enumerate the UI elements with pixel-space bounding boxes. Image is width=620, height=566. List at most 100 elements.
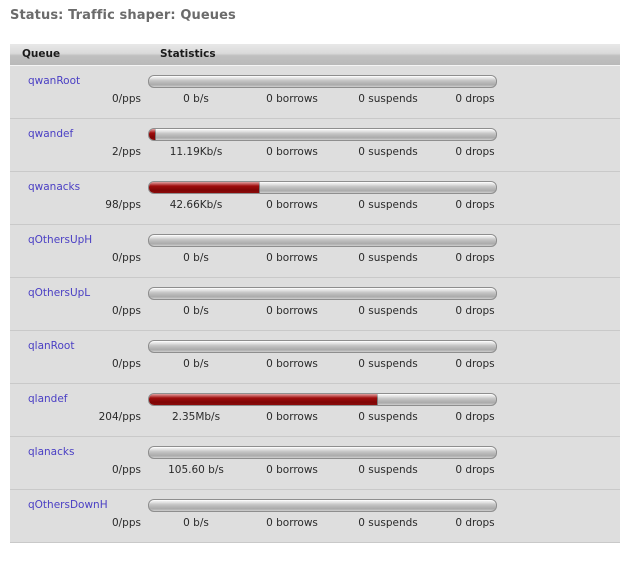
queue-drops-value: 0 drops [455,463,495,476]
queue-stats-row: 2.35Mb/s 0 borrows 0 suspends 0 drops [148,411,508,425]
queue-bandwidth-bar-fill [149,128,156,140]
queue-name-link[interactable]: qlandef [28,393,68,405]
traffic-shaper-queues-page: Status: Traffic shaper: Queues Queue Sta… [0,0,620,566]
queue-drops-value: 0 drops [455,198,495,211]
queue-pps-value: 0/pps [111,463,141,476]
queue-bandwidth-bar-fill [149,393,379,405]
queue-suspends-value: 0 suspends [358,516,418,529]
table-row: qOthersDownH 0/pps 0 b/s 0 borrows 0 suspend… [10,489,620,542]
queue-drops-value: 0 drops [455,145,495,158]
queue-name-link[interactable]: qOthersUpH [28,234,92,246]
queue-name-link[interactable]: qwandef [28,128,73,140]
queue-stats-row: 0 b/s 0 borrows 0 suspends 0 drops [148,305,508,319]
bar-gloss-overlay [149,446,496,451]
table-row: qlandef 204/pps 2.35Mb/s 0 borrows 0 suspend… [10,383,620,436]
queue-row-cell: qwanRoot 0/pps 0 b/s 0 borrows 0 suspends 0 d… [10,65,620,118]
queue-name-link[interactable]: qwanacks [28,181,80,193]
queue-name-link[interactable]: qOthersUpL [28,287,90,299]
table-row: qOthersUpH 0/pps 0 b/s 0 borrows 0 suspends 0… [10,224,620,277]
queue-bandwidth-bar [148,445,497,459]
queues-table: Queue Statistics qwanRoot 0/pps 0 b/s 0 bor… [10,44,620,543]
page-title: Status: Traffic shaper: Queues [10,8,236,23]
queue-row-cell: qlanRoot 0/pps 0 b/s 0 borrows 0 suspends 0 d… [10,330,620,383]
queue-borrows-value: 0 borrows [266,410,318,423]
table-row: qwanacks 98/pps 42.66Kb/s 0 borrows 0 suspen… [10,171,620,224]
queue-bandwidth-bar-fill [149,181,261,193]
queue-row-inner: qwanRoot 0/pps 0 b/s 0 borrows 0 suspends 0 d… [10,66,620,118]
queue-row-inner: qlanRoot 0/pps 0 b/s 0 borrows 0 suspends 0 d… [10,331,620,383]
queue-stats-row: 0 b/s 0 borrows 0 suspends 0 drops [148,358,508,372]
queue-rate-value: 105.60 b/s [168,463,224,476]
queue-stats-row: 0 b/s 0 borrows 0 suspends 0 drops [148,252,508,266]
queue-drops-value: 0 drops [455,516,495,529]
bar-gloss-overlay [149,340,496,345]
bar-gloss-overlay [149,128,496,133]
queue-suspends-value: 0 suspends [358,357,418,370]
queue-bandwidth-bar [148,392,497,406]
queue-suspends-value: 0 suspends [358,92,418,105]
column-header-queue: Queue [22,48,61,61]
queue-row-cell: qlanacks 0/pps 105.60 b/s 0 borrows 0 suspen… [10,436,620,489]
queue-row-cell: qwanacks 98/pps 42.66Kb/s 0 borrows 0 suspen… [10,171,620,224]
queue-rate-value: 2.35Mb/s [171,410,221,423]
queue-borrows-value: 0 borrows [266,304,318,317]
table-row: qOthersUpL 0/pps 0 b/s 0 borrows 0 suspends 0… [10,277,620,330]
queue-row-cell: qOthersUpH 0/pps 0 b/s 0 borrows 0 suspends 0… [10,224,620,277]
queue-row-cell: qlandef 204/pps 2.35Mb/s 0 borrows 0 suspend… [10,383,620,436]
queue-bandwidth-bar [148,74,497,88]
queue-suspends-value: 0 suspends [358,251,418,264]
queue-pps-value: 2/pps [111,145,141,158]
queue-pps-value: 0/pps [111,304,141,317]
queue-borrows-value: 0 borrows [266,251,318,264]
queue-suspends-value: 0 suspends [358,198,418,211]
queue-drops-value: 0 drops [455,251,495,264]
queue-row-inner: qlanacks 0/pps 105.60 b/s 0 borrows 0 suspen… [10,437,620,489]
queue-borrows-value: 0 borrows [266,145,318,158]
queue-name-link[interactable]: qwanRoot [28,75,80,87]
queue-bandwidth-bar [148,339,497,353]
table-row: qwanRoot 0/pps 0 b/s 0 borrows 0 suspends 0 d… [10,65,620,118]
queue-name-link[interactable]: qlanacks [28,446,74,458]
queue-rate-value: 0 b/s [183,304,209,317]
queue-borrows-value: 0 borrows [266,516,318,529]
queue-drops-value: 0 drops [455,357,495,370]
table-header: Queue Statistics [10,44,620,65]
queue-row-cell: qOthersDownH 0/pps 0 b/s 0 borrows 0 suspend… [10,489,620,542]
queue-borrows-value: 0 borrows [266,357,318,370]
queue-drops-value: 0 drops [455,304,495,317]
bar-gloss-overlay [149,499,496,504]
queue-stats-row: 42.66Kb/s 0 borrows 0 suspends 0 drops [148,199,508,213]
table-body: qwanRoot 0/pps 0 b/s 0 borrows 0 suspends 0 d… [10,65,620,542]
queue-name-link[interactable]: qlanRoot [28,340,74,352]
queue-rate-value: 0 b/s [183,92,209,105]
table-row: qlanRoot 0/pps 0 b/s 0 borrows 0 suspends 0 d… [10,330,620,383]
queue-row-inner: qOthersUpH 0/pps 0 b/s 0 borrows 0 suspends 0… [10,225,620,277]
queue-rate-value: 0 b/s [183,251,209,264]
queue-bandwidth-bar [148,233,497,247]
table-header-row: Queue Statistics [10,44,620,65]
queue-bandwidth-bar [148,498,497,512]
queue-rate-value: 42.66Kb/s [169,198,223,211]
queue-stats-row: 105.60 b/s 0 borrows 0 suspends 0 drops [148,464,508,478]
table-row: qwandef 2/pps 11.19Kb/s 0 borrows 0 suspends… [10,118,620,171]
queue-row-inner: qOthersUpL 0/pps 0 b/s 0 borrows 0 suspends 0… [10,278,620,330]
queue-pps-value: 204/pps [98,410,141,423]
queue-borrows-value: 0 borrows [266,463,318,476]
bar-gloss-overlay [149,75,496,80]
queue-row-inner: qwanacks 98/pps 42.66Kb/s 0 borrows 0 suspen… [10,172,620,224]
queue-suspends-value: 0 suspends [358,304,418,317]
queue-name-link[interactable]: qOthersDownH [28,499,108,511]
queue-pps-value: 98/pps [105,198,141,211]
table-row: qlanacks 0/pps 105.60 b/s 0 borrows 0 suspen… [10,436,620,489]
queue-pps-value: 0/pps [111,357,141,370]
queue-pps-value: 0/pps [111,516,141,529]
queue-borrows-value: 0 borrows [266,198,318,211]
queue-suspends-value: 0 suspends [358,410,418,423]
queue-row-inner: qOthersDownH 0/pps 0 b/s 0 borrows 0 suspend… [10,490,620,542]
queue-stats-row: 0 b/s 0 borrows 0 suspends 0 drops [148,517,508,531]
queue-suspends-value: 0 suspends [358,463,418,476]
queue-rate-value: 0 b/s [183,516,209,529]
queue-drops-value: 0 drops [455,410,495,423]
queue-drops-value: 0 drops [455,92,495,105]
queue-rate-value: 11.19Kb/s [169,145,223,158]
